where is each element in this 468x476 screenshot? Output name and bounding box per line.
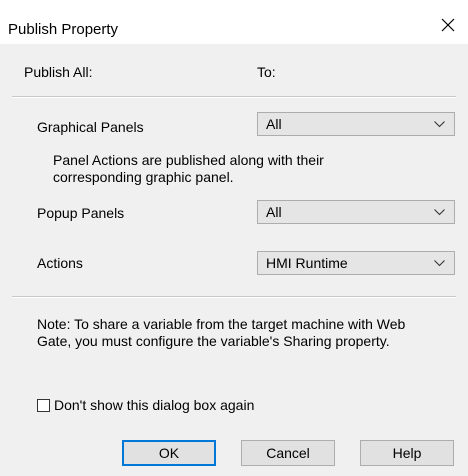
panel-actions-info: Panel Actions are published along with t…: [53, 152, 324, 185]
sharing-note: Note: To share a variable from the targe…: [37, 316, 406, 349]
actions-label: Actions: [37, 255, 83, 271]
dont-show-again-checkbox-row[interactable]: Don't show this dialog box again: [37, 396, 254, 414]
publish-all-label: Publish All:: [24, 64, 93, 80]
dont-show-again-label[interactable]: Don't show this dialog box again: [54, 397, 254, 414]
dont-show-again-checkbox[interactable]: [37, 398, 50, 412]
graphical-panels-label: Graphical Panels: [37, 119, 144, 135]
graphical-panels-select[interactable]: All: [257, 112, 455, 136]
help-button[interactable]: Help: [360, 440, 454, 466]
to-label: To:: [257, 64, 276, 80]
actions-select[interactable]: HMI Runtime: [257, 251, 455, 275]
close-icon: [441, 18, 455, 32]
chevron-down-icon: [434, 121, 445, 128]
publish-property-dialog: Publish Property Publish All: To: Graphi…: [0, 0, 468, 476]
popup-panels-select[interactable]: All: [257, 200, 455, 224]
bottom-separator: [12, 296, 456, 298]
chevron-down-icon: [434, 260, 445, 267]
ok-button[interactable]: OK: [122, 440, 216, 466]
popup-panels-label: Popup Panels: [37, 205, 125, 221]
actions-value: HMI Runtime: [266, 255, 348, 271]
top-separator: [12, 96, 456, 98]
chevron-down-icon: [434, 209, 445, 216]
dialog-title: Publish Property: [8, 21, 119, 38]
title-bar: Publish Property: [0, 0, 468, 44]
close-button[interactable]: [428, 10, 468, 40]
graphical-panels-value: All: [266, 116, 282, 132]
popup-panels-value: All: [266, 204, 282, 220]
cancel-button[interactable]: Cancel: [241, 440, 335, 466]
